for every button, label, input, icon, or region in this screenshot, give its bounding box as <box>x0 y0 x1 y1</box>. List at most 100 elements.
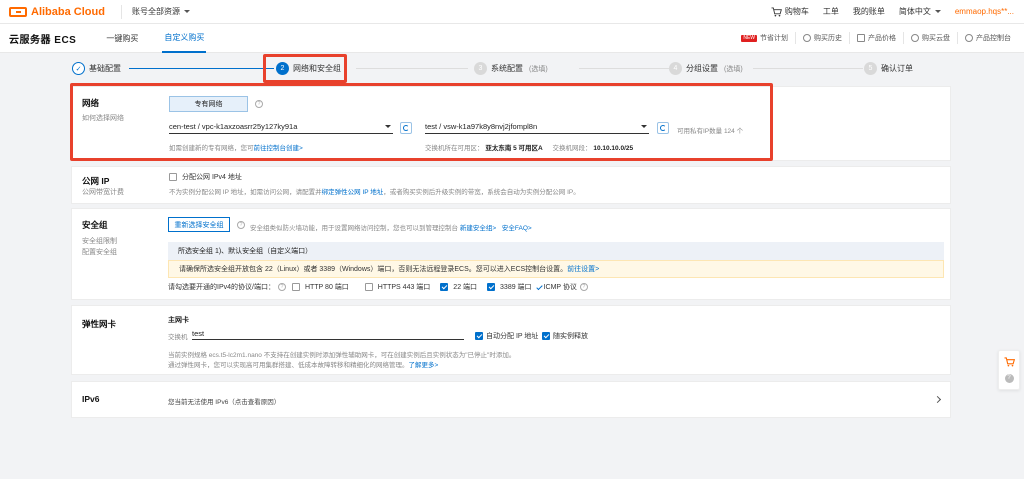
product-price-label: 产品价格 <box>868 35 896 42</box>
port-22-checkbox[interactable] <box>440 283 449 291</box>
public-ip-billing: 公网带宽计费 <box>82 189 124 196</box>
go-settings-link[interactable]: 前往设置> <box>567 264 599 274</box>
floating-cart-widget: ? <box>998 350 1020 390</box>
ipv6-unavailable-text: 您当前无法使用 IPv6（点击查看原因） <box>168 399 281 406</box>
step-connector <box>753 68 863 69</box>
step-number: 5 <box>864 62 877 75</box>
check-icon: ✓ <box>72 62 85 75</box>
security-faq-link[interactable]: 安全FAQ> <box>502 225 532 232</box>
selected-security-group: 所选安全组 1)、默认安全组（自定义端口） <box>168 242 944 260</box>
header-shortcuts: NEW 节省计划 购买历史 产品价格 购买云盘 产品控制台 <box>734 32 1018 44</box>
product-header: 云服务器 ECS 一键购买 自定义购买 NEW 节省计划 购买历史 产品价格 购… <box>0 24 1024 53</box>
alibaba-cloud-logo[interactable]: Alibaba Cloud <box>9 6 105 18</box>
page-title: 云服务器 ECS <box>9 34 77 46</box>
eni-note-benefits: 通过弹性网卡，您可以实现高可用集群搭建、低成本故障转移和精细化的网络管理。了解更… <box>168 359 438 369</box>
security-group-config-link[interactable]: 配置安全组 <box>82 247 117 257</box>
check-icon <box>535 283 543 291</box>
purchase-steps: ✓ 基础配置 2 网络和安全组 3 系统配置 (选填) 4 分组设置 (选填) … <box>60 56 960 82</box>
eni-section: 弹性网卡 主网卡 交换机 test 自动分配 IP 地址 随实例释放 当前实例规… <box>71 305 951 375</box>
port-http-80-checkbox[interactable] <box>291 283 300 291</box>
bind-eip-link[interactable]: 绑定弹性公网 IP 地址 <box>322 189 384 196</box>
new-badge: NEW <box>741 34 757 42</box>
product-price-link[interactable]: 产品价格 <box>849 32 903 44</box>
security-group-hint: 安全组类似防火墙功能，用于设置网络访问控制，您也可以到管理控制台 新建安全组> … <box>250 222 532 232</box>
language-dropdown[interactable]: 简体中文 <box>899 6 941 17</box>
auto-ip-checkbox[interactable] <box>475 332 483 340</box>
chevron-down-icon <box>183 10 190 13</box>
user-account-menu[interactable]: emmaop.hqs**... <box>955 7 1014 16</box>
security-group-title: 安全组 <box>82 220 108 230</box>
network-highlight-frame <box>70 83 773 161</box>
port-warning-text: 请确保所选安全组开放包含 22（Linux）或者 3389（Windows）端口… <box>179 266 568 273</box>
gear-icon <box>965 34 973 42</box>
chevron-right-icon <box>933 395 942 404</box>
cart-label: 购物车 <box>784 7 809 16</box>
step-group-settings[interactable]: 4 分组设置 (选填) <box>669 62 743 75</box>
help-icon[interactable]: ? <box>1004 373 1014 383</box>
ticket-link[interactable]: 工单 <box>823 6 839 17</box>
port-22-label: 22 端口 <box>453 284 478 291</box>
reselect-security-group-button[interactable]: 重新选择安全组 <box>168 217 230 232</box>
ipv6-section[interactable]: IPv6 您当前无法使用 IPv6（点击查看原因） <box>71 381 951 418</box>
cloud-disk-icon <box>911 34 919 42</box>
security-group-section: 安全组 安全组限制 配置安全组 重新选择安全组 ? 安全组类似防火墙功能，用于设… <box>71 208 951 300</box>
chevron-down-icon <box>934 10 941 13</box>
security-group-limit-link[interactable]: 安全组限制 <box>82 236 117 246</box>
eni-switch-input[interactable]: test <box>192 328 464 340</box>
eni-title: 弹性网卡 <box>82 319 117 329</box>
step-label: 分组设置 <box>686 64 718 73</box>
assign-public-ip-option[interactable]: 分配公网 IPv4 地址 <box>169 172 242 182</box>
resource-scope-label: 账号全部资源 <box>131 7 180 16</box>
clock-icon <box>803 34 811 42</box>
release-with-instance-label: 随实例释放 <box>553 333 588 340</box>
savings-plan-label: 节省计划 <box>760 35 788 42</box>
port-options: 请勾选要开通的IPv4的协议/端口： ? HTTP 80 端口 HTTPS 44… <box>168 282 588 292</box>
bills-link[interactable]: 我的账单 <box>853 6 885 17</box>
help-icon[interactable]: ? <box>237 221 245 229</box>
alibaba-logo-icon <box>9 6 27 17</box>
public-ip-hint-suffix: ，或者购买实例后升级实例的带宽，系统会自动为实例分配公网 IP。 <box>383 189 580 196</box>
step-basic-config[interactable]: ✓ 基础配置 <box>72 62 121 75</box>
tab-quick-buy[interactable]: 一键购买 <box>104 24 140 53</box>
tab-custom-buy[interactable]: 自定义购买 <box>162 24 207 53</box>
port-warning-banner: 请确保所选安全组开放包含 22（Linux）或者 3389（Windows）端口… <box>168 260 944 278</box>
step-highlight-frame <box>263 54 347 83</box>
cart-icon <box>771 6 782 16</box>
brand-name: Alibaba Cloud <box>31 5 105 18</box>
step-label: 确认订单 <box>881 64 913 73</box>
port-3389-label: 3389 端口 <box>500 284 532 291</box>
step-confirm-order[interactable]: 5 确认订单 <box>864 62 913 75</box>
step-system-config[interactable]: 3 系统配置 (选填) <box>474 62 548 75</box>
step-connector <box>129 68 274 69</box>
help-icon[interactable]: ? <box>579 283 588 291</box>
learn-more-link[interactable]: 了解更多> <box>409 362 439 369</box>
security-group-hint-text: 安全组类似防火墙功能，用于设置网络访问控制，您也可以到管理控制台 <box>250 225 458 232</box>
step-connector <box>579 68 669 69</box>
port-3389-checkbox[interactable] <box>487 283 496 291</box>
top-right-nav: 购物车 工单 我的账单 简体中文 emmaop.hqs**... <box>757 6 1014 17</box>
primary-eni-label: 主网卡 <box>168 317 189 324</box>
release-with-instance-checkbox[interactable] <box>542 332 550 340</box>
cart-icon[interactable] <box>1004 357 1015 367</box>
buy-disk-label: 购买云盘 <box>922 35 950 42</box>
buy-disk-link[interactable]: 购买云盘 <box>903 32 957 44</box>
auto-ip-option[interactable]: 自动分配 IP 地址 <box>475 331 538 341</box>
step-number: 4 <box>669 62 682 75</box>
assign-public-ip-checkbox[interactable] <box>169 173 177 181</box>
purchase-history-link[interactable]: 购买历史 <box>795 32 849 44</box>
cart-link[interactable]: 购物车 <box>771 6 809 17</box>
eni-switch-label: 交换机 <box>168 334 188 341</box>
step-number: 3 <box>474 62 487 75</box>
console-link[interactable]: 产品控制台 <box>957 32 1018 44</box>
port-https-443-checkbox[interactable] <box>364 283 373 291</box>
assign-public-ip-label: 分配公网 IPv4 地址 <box>182 174 242 181</box>
top-navigation-bar: Alibaba Cloud 账号全部资源 购物车 工单 我的账单 简体中文 em… <box>0 0 1024 24</box>
step-optional-note: (选填) <box>529 65 548 73</box>
help-icon[interactable]: ? <box>277 283 286 291</box>
ipv6-title: IPv6 <box>82 394 100 404</box>
resource-scope-dropdown[interactable]: 账号全部资源 <box>120 4 190 19</box>
create-security-group-link[interactable]: 新建安全组> <box>460 225 496 232</box>
release-with-instance-option[interactable]: 随实例释放 <box>542 331 588 341</box>
savings-plan-link[interactable]: NEW 节省计划 <box>734 32 795 44</box>
eni-note-text: 通过弹性网卡，您可以实现高可用集群搭建、低成本故障转移和精细化的网络管理。 <box>168 362 409 369</box>
